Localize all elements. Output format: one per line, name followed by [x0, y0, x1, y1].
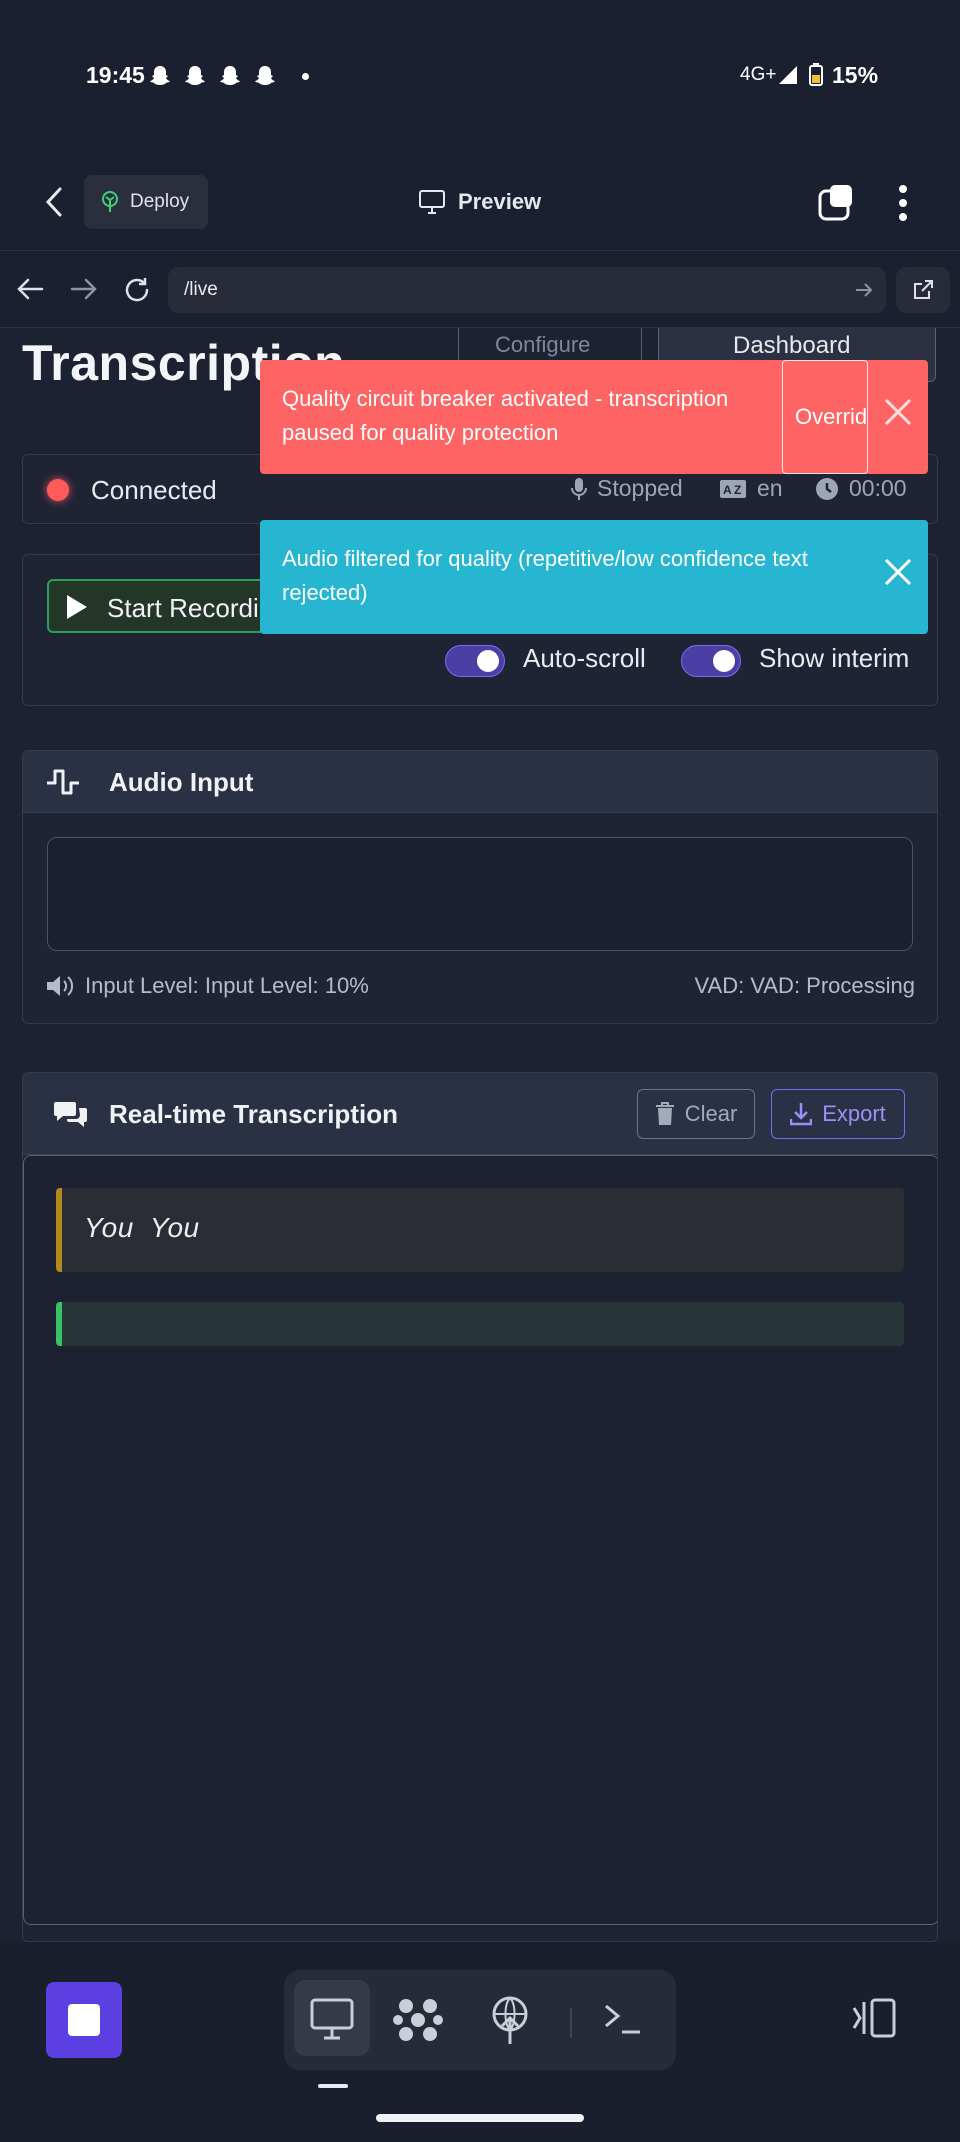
workspace-dots-icon[interactable]: [392, 1994, 444, 2046]
external-link-icon: [914, 280, 933, 299]
language-indicator: AZ en: [719, 475, 783, 502]
status-time: 19:45: [86, 62, 145, 88]
divider: [570, 2008, 572, 2038]
interim-text: You You: [84, 1212, 200, 1243]
preview-label: Preview: [458, 189, 542, 214]
snapchat-icon: [185, 66, 205, 85]
override-button[interactable]: Override: [782, 360, 868, 474]
deploy-tree-icon: [102, 191, 118, 212]
trash-icon: [655, 1102, 674, 1125]
tool-switcher: [284, 1970, 676, 2070]
clock-icon: [816, 477, 838, 500]
snapchat-icon: [220, 66, 240, 85]
close-icon[interactable]: [882, 396, 914, 428]
export-button[interactable]: Export: [771, 1089, 905, 1139]
error-toast: Quality circuit breaker activated - tran…: [260, 360, 928, 474]
terminal-icon[interactable]: [600, 2000, 644, 2040]
vad-status: VAD: VAD: Processing: [694, 973, 915, 998]
info-toast: Audio filtered for quality (repetitive/l…: [260, 520, 928, 634]
show-interim-label: Show interim: [759, 643, 910, 673]
back-chevron-icon[interactable]: [40, 185, 68, 219]
transcription-title: Real-time Transcription: [109, 1099, 398, 1129]
gesture-bar[interactable]: [376, 2114, 584, 2122]
url-bar[interactable]: /live: [168, 267, 886, 313]
start-recording-button[interactable]: Start Recording: [47, 579, 287, 633]
stop-icon: [68, 2004, 100, 2036]
show-interim-toggle[interactable]: [681, 645, 741, 677]
notification-dot: [302, 73, 309, 80]
clear-label: Clear: [684, 1101, 738, 1126]
interim-transcript: You You: [56, 1188, 904, 1272]
deploy-button[interactable]: Deploy: [84, 175, 208, 229]
reload-icon[interactable]: [122, 275, 152, 305]
clear-button[interactable]: Clear: [637, 1089, 755, 1139]
go-arrow-icon[interactable]: [854, 281, 874, 299]
bottom-toolbar: [0, 1942, 960, 2142]
comments-icon: [54, 1102, 87, 1127]
more-menu-icon[interactable]: [890, 183, 916, 223]
snapchat-icon: [255, 66, 275, 85]
monitor-icon: [419, 190, 445, 214]
recording-state: Stopped: [571, 475, 683, 502]
panel-toggle-icon[interactable]: [850, 1996, 898, 2040]
final-transcript: [56, 1302, 904, 1346]
info-toast-message: Audio filtered for quality (repetitive/l…: [282, 546, 808, 605]
override-label: Override: [795, 404, 868, 429]
timer: 00:00: [815, 475, 907, 502]
active-tab-indicator: [318, 2084, 348, 2088]
status-bar: 19:45 4G+ 15%: [0, 0, 960, 155]
export-label: Export: [822, 1101, 886, 1126]
error-toast-message: Quality circuit breaker activated - tran…: [282, 386, 729, 445]
url-text[interactable]: /live: [184, 279, 218, 301]
stop-button[interactable]: [46, 1982, 122, 2058]
audio-visualizer: [47, 837, 913, 951]
tabs-switcher-icon[interactable]: [816, 183, 856, 223]
transcription-panel: Real-time Transcription Clear Export You…: [22, 1072, 938, 1942]
autoscroll-toggle[interactable]: [445, 645, 505, 677]
monitor-icon: [310, 1998, 354, 2040]
snapchat-icon: [150, 66, 170, 85]
configure-label: Configure: [495, 332, 591, 357]
nav-forward-icon[interactable]: [70, 277, 98, 301]
deploy-label: Deploy: [130, 191, 190, 212]
signal-icon: [779, 66, 797, 84]
browser-bar: /live: [0, 251, 960, 328]
preview-tab[interactable]: Preview: [418, 189, 541, 215]
close-icon[interactable]: [882, 556, 914, 588]
dashboard-label: Dashboard: [733, 332, 851, 359]
audio-input-panel: Audio Input Input Level: Input Level: 10…: [22, 750, 938, 1024]
svg-text:A: A: [723, 483, 732, 497]
battery-icon: [809, 63, 823, 86]
play-icon: [67, 595, 87, 619]
volume-icon: [47, 976, 74, 996]
nav-back-icon[interactable]: [16, 277, 44, 301]
connection-indicator: [47, 479, 69, 501]
battery-percent: 15%: [832, 62, 879, 88]
waveform-icon: [47, 769, 79, 795]
microphone-icon: [571, 477, 587, 500]
audio-input-header: Audio Input: [23, 751, 937, 813]
translate-icon: AZ: [720, 479, 746, 498]
desktop-tool-button[interactable]: [294, 1980, 370, 2056]
transcription-body[interactable]: You You: [23, 1155, 937, 1925]
transcription-header: Real-time Transcription Clear Export: [23, 1073, 937, 1155]
download-icon: [790, 1103, 813, 1126]
network-type: 4G+: [740, 64, 777, 85]
input-level: Input Level: Input Level: 10%: [45, 973, 369, 999]
svg-text:Z: Z: [734, 483, 741, 497]
audio-input-title: Audio Input: [109, 767, 254, 797]
app-bar: Deploy Preview: [0, 155, 960, 251]
open-external-button[interactable]: [896, 267, 950, 313]
connection-status: Connected: [91, 475, 217, 505]
globe-deploy-icon[interactable]: [488, 1994, 532, 2046]
autoscroll-label: Auto-scroll: [523, 643, 646, 673]
